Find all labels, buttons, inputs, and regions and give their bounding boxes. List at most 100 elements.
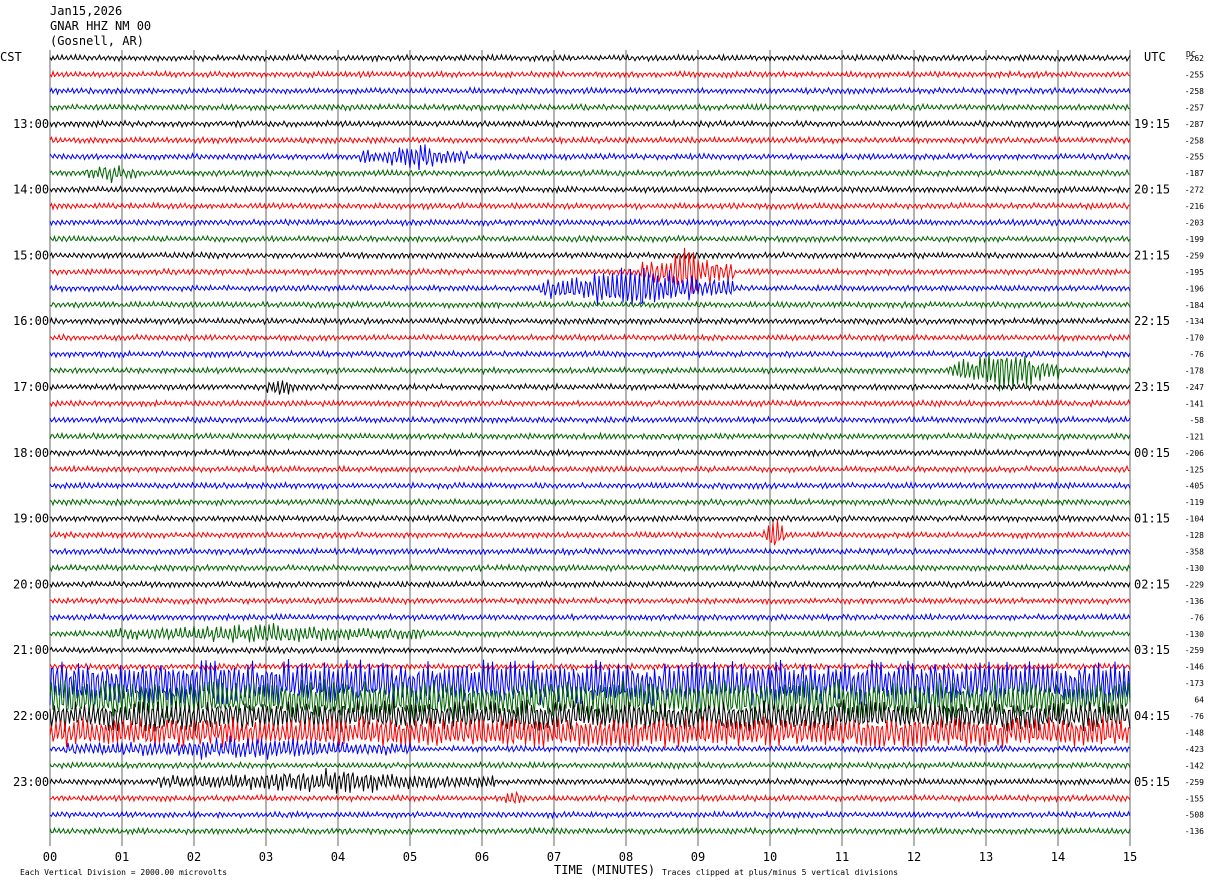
trace-18 xyxy=(49,349,1131,359)
trace-5 xyxy=(49,135,1131,145)
dc-offset-34: -76 xyxy=(1190,613,1205,622)
trace-16 xyxy=(49,316,1131,327)
utc-hour-4: 23:15 xyxy=(1134,380,1170,394)
dc-offset-43: -142 xyxy=(1185,761,1204,770)
minute-tick-labels: 00 01 02 03 04 05 06 07 08 09 10 11 12 13 14 15 xyxy=(43,850,1137,864)
dc-offset-labels: -262 -255 -258 -257 -287 -258 -255 -187 -272 -216… xyxy=(1185,54,1204,836)
minute-tick-01: 01 xyxy=(115,850,129,864)
cst-hour-10: 23:00 xyxy=(13,775,49,789)
utc-hour-2: 21:15 xyxy=(1134,248,1170,262)
cst-hour-1: 14:00 xyxy=(13,183,49,197)
dc-offset-5: -258 xyxy=(1185,136,1204,145)
dc-offset-47: -136 xyxy=(1185,827,1204,836)
utc-hour-1: 20:15 xyxy=(1134,183,1170,197)
dc-offset-3: -257 xyxy=(1185,103,1204,112)
dc-offset-30: -358 xyxy=(1185,548,1204,557)
trace-29 xyxy=(49,519,1131,546)
dc-offset-12: -259 xyxy=(1185,251,1204,260)
trace-26 xyxy=(49,480,1131,491)
dc-offset-21: -141 xyxy=(1185,399,1204,408)
trace-31 xyxy=(49,563,1131,573)
utc-hour-9: 04:15 xyxy=(1134,709,1170,723)
cst-hour-2: 15:00 xyxy=(13,248,49,262)
cst-hour-4: 17:00 xyxy=(13,380,49,394)
trace-47 xyxy=(49,826,1131,836)
dc-offset-35: -130 xyxy=(1185,630,1204,639)
trace-12 xyxy=(49,250,1131,261)
dc-offset-6: -255 xyxy=(1185,153,1204,162)
dc-offset-42: -423 xyxy=(1185,745,1204,754)
trace-11 xyxy=(49,234,1131,244)
dc-offset-22: -58 xyxy=(1190,416,1205,425)
minute-tick-02: 02 xyxy=(187,850,201,864)
minute-tick-03: 03 xyxy=(259,850,273,864)
cst-hour-labels: 13:00 14:00 15:00 16:00 17:00 18:00 19:00 20:00… xyxy=(13,117,49,789)
cst-hour-7: 20:00 xyxy=(13,577,49,591)
dc-offset-0: -262 xyxy=(1185,54,1204,63)
trace-21 xyxy=(49,398,1131,409)
dc-offset-18: -76 xyxy=(1190,350,1205,359)
minute-tick-13: 13 xyxy=(979,850,993,864)
cst-hour-9: 22:00 xyxy=(13,709,49,723)
dc-offset-39: 64 xyxy=(1194,696,1204,705)
dc-offset-1: -255 xyxy=(1185,70,1204,79)
dc-offset-40: -76 xyxy=(1190,712,1205,721)
trace-8 xyxy=(49,184,1131,195)
dc-offset-45: -155 xyxy=(1185,794,1204,803)
trace-14 xyxy=(49,267,1131,306)
dc-offset-7: -187 xyxy=(1185,169,1204,178)
minute-tick-07: 07 xyxy=(547,850,561,864)
x-axis-title: TIME (MINUTES) xyxy=(554,863,656,877)
dc-offset-33: -136 xyxy=(1185,597,1204,606)
trace-44 xyxy=(49,768,1131,794)
cst-hour-5: 18:00 xyxy=(13,446,49,460)
trace-22 xyxy=(49,415,1131,425)
dc-offset-25: -125 xyxy=(1185,465,1204,474)
trace-24 xyxy=(49,448,1131,458)
dc-offset-17: -170 xyxy=(1185,334,1204,343)
trace-2 xyxy=(49,86,1131,96)
dc-offset-26: -405 xyxy=(1185,482,1204,491)
trace-42 xyxy=(49,735,1131,760)
dc-offset-31: -130 xyxy=(1185,564,1204,573)
minute-tick-06: 06 xyxy=(475,850,489,864)
utc-hour-labels: 19:15 20:15 21:15 22:15 23:15 00:15 01:15 02:15… xyxy=(1134,117,1170,789)
trace-45 xyxy=(49,790,1131,805)
trace-23 xyxy=(49,431,1131,442)
dc-offset-23: -121 xyxy=(1185,432,1204,441)
seismic-traces xyxy=(49,53,1131,836)
dc-offset-38: -173 xyxy=(1185,679,1204,688)
minute-tick-08: 08 xyxy=(619,850,633,864)
dc-offset-16: -134 xyxy=(1185,317,1204,326)
cst-hour-0: 13:00 xyxy=(13,117,49,131)
dc-offset-8: -272 xyxy=(1185,186,1204,195)
trace-7 xyxy=(49,165,1131,184)
trace-25 xyxy=(49,464,1131,474)
minute-tick-05: 05 xyxy=(403,850,417,864)
utc-hour-5: 00:15 xyxy=(1134,446,1170,460)
dc-offset-36: -259 xyxy=(1185,646,1204,655)
utc-hour-8: 03:15 xyxy=(1134,643,1170,657)
trace-0 xyxy=(49,53,1131,63)
trace-32 xyxy=(49,579,1131,590)
trace-36 xyxy=(49,645,1131,656)
dc-offset-19: -178 xyxy=(1185,367,1204,376)
trace-43 xyxy=(49,760,1131,771)
trace-35 xyxy=(49,622,1131,643)
minute-tick-15: 15 xyxy=(1123,850,1137,864)
trace-9 xyxy=(49,201,1131,212)
dc-offset-24: -206 xyxy=(1185,449,1204,458)
utc-hour-7: 02:15 xyxy=(1134,577,1170,591)
trace-27 xyxy=(49,497,1131,507)
trace-17 xyxy=(49,333,1131,343)
dc-offset-13: -195 xyxy=(1185,268,1204,277)
minute-tick-14: 14 xyxy=(1051,850,1065,864)
minute-tick-09: 09 xyxy=(691,850,705,864)
trace-34 xyxy=(49,612,1131,622)
utc-hour-10: 05:15 xyxy=(1134,775,1170,789)
trace-6 xyxy=(49,144,1131,171)
trace-30 xyxy=(49,546,1131,557)
trace-4 xyxy=(49,118,1131,129)
dc-offset-2: -258 xyxy=(1185,87,1204,96)
dc-offset-15: -184 xyxy=(1185,301,1204,310)
